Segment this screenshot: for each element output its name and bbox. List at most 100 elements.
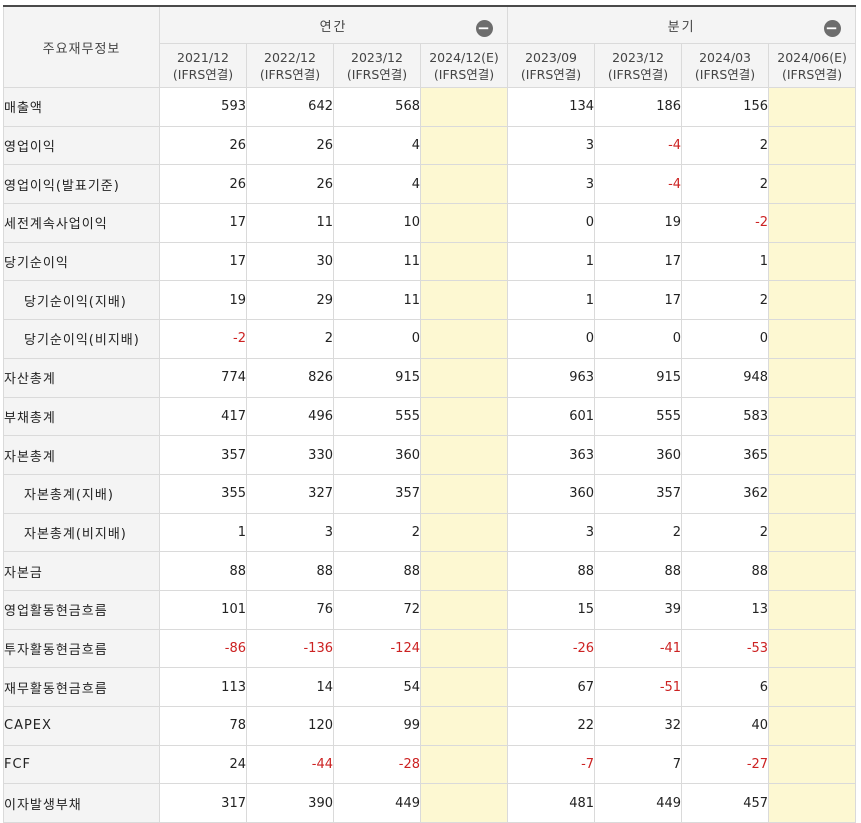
annual-value-cell: 496 xyxy=(246,396,334,437)
quarter-estimate-cell xyxy=(768,512,857,553)
table-body: 매출액 593 642 568 134 186 156 영업이익 26 26 4 3 -4 2 영업이익(발… xyxy=(3,87,857,823)
period-basis: (IFRS연결) xyxy=(520,66,582,82)
period-date: 2023/12 xyxy=(351,49,403,65)
annual-value-cell: 88 xyxy=(246,551,334,591)
table-row: FCF 24 -44 -28 -7 7 -27 xyxy=(3,744,857,785)
quarter-value-cell: -26 xyxy=(507,628,596,669)
quarter-value-cell: 0 xyxy=(507,203,596,243)
quarter-value-cell: 3 xyxy=(507,164,596,205)
table-row: 당기순이익(지배) 19 29 11 1 17 2 xyxy=(3,280,857,321)
annual-value-cell: -28 xyxy=(333,744,421,785)
quarter-value-cell: 22 xyxy=(507,706,596,746)
annual-estimate-cell xyxy=(419,473,509,514)
annual-estimate-cell xyxy=(419,280,509,321)
annual-value-cell: 355 xyxy=(159,473,247,514)
quarter-value-cell: 2 xyxy=(594,512,683,553)
quarter-value-cell: 32 xyxy=(594,706,683,746)
annual-value-cell: 14 xyxy=(246,667,334,707)
quarter-estimate-cell xyxy=(768,87,857,127)
annual-value-cell: -136 xyxy=(246,628,334,669)
quarter-value-cell: 156 xyxy=(681,87,770,127)
annual-estimate-cell xyxy=(419,628,509,669)
annual-value-cell: 54 xyxy=(333,667,421,707)
annual-value-cell: -44 xyxy=(246,744,334,785)
quarter-period-header: 2024/03 (IFRS연결) xyxy=(681,43,770,88)
annual-estimate-cell xyxy=(419,667,509,707)
annual-estimate-cell xyxy=(419,396,509,437)
row-label: 재무활동현금흐름 xyxy=(3,667,160,707)
collapse-quarterly-icon[interactable]: − xyxy=(824,20,842,37)
financial-table: 주요재무정보 연간 − 분기 − 2021/12 (IFRS연결) 2022/12(… xyxy=(3,5,857,823)
table-row: 이자발생부채 317 390 449 481 449 457 xyxy=(3,783,857,823)
annual-value-cell: 1 xyxy=(159,512,247,553)
annual-value-cell: 19 xyxy=(159,280,247,321)
annual-estimate-cell xyxy=(419,125,509,166)
quarter-estimate-cell xyxy=(768,783,857,823)
row-label: 당기순이익(지배) xyxy=(3,280,160,321)
quarter-value-cell: 67 xyxy=(507,667,596,707)
quarter-value-cell: 88 xyxy=(594,551,683,591)
annual-value-cell: 330 xyxy=(246,435,334,475)
row-label: 투자활동현금흐름 xyxy=(3,628,160,669)
annual-estimate-cell xyxy=(419,589,509,630)
annual-value-cell: 11 xyxy=(246,203,334,243)
row-label: 부채총계 xyxy=(3,396,160,437)
quarter-value-cell: 2 xyxy=(681,164,770,205)
annual-value-cell: 26 xyxy=(246,164,334,205)
quarter-period-header: 2024/06(E) (IFRS연결) xyxy=(768,43,857,88)
annual-value-cell: 88 xyxy=(159,551,247,591)
annual-value-cell: 120 xyxy=(246,706,334,746)
quarter-estimate-cell xyxy=(768,357,857,398)
row-label: 영업이익(발표기준) xyxy=(3,164,160,205)
period-date: 2021/12 xyxy=(177,49,229,65)
annual-value-cell: 88 xyxy=(333,551,421,591)
annual-value-cell: 915 xyxy=(333,357,421,398)
header-group-row: 주요재무정보 연간 − 분기 − xyxy=(3,5,857,88)
annual-estimate-cell xyxy=(419,435,509,475)
quarter-value-cell: -2 xyxy=(681,203,770,243)
annual-value-cell: 24 xyxy=(159,744,247,785)
annual-estimate-cell xyxy=(419,241,509,282)
quarter-value-cell: -4 xyxy=(594,164,683,205)
quarter-estimate-cell xyxy=(768,241,857,282)
table-row: 세전계속사업이익 17 11 10 0 19 -2 xyxy=(3,203,857,243)
row-label: 자본총계 xyxy=(3,435,160,475)
annual-value-cell: 593 xyxy=(159,87,247,127)
table-row: 자본총계(지배) 355 327 357 360 357 362 xyxy=(3,473,857,514)
annual-value-cell: 357 xyxy=(159,435,247,475)
period-date: 2023/09 xyxy=(525,49,578,65)
row-label: 세전계속사업이익 xyxy=(3,203,160,243)
quarter-value-cell: 2 xyxy=(681,512,770,553)
row-label: CAPEX xyxy=(3,706,160,746)
row-label: FCF xyxy=(3,744,160,785)
quarter-value-cell: 1 xyxy=(507,280,596,321)
quarter-value-cell: 2 xyxy=(681,125,770,166)
annual-value-cell: 2 xyxy=(333,512,421,553)
annual-estimate-cell xyxy=(419,706,509,746)
collapse-annual-icon[interactable]: − xyxy=(476,20,494,37)
quarter-value-cell: 963 xyxy=(507,357,596,398)
annual-value-cell: 76 xyxy=(246,589,334,630)
quarter-value-cell: 555 xyxy=(594,396,683,437)
quarter-value-cell: 948 xyxy=(681,357,770,398)
quarter-value-cell: 134 xyxy=(507,87,596,127)
annual-estimate-cell xyxy=(419,551,509,591)
annual-value-cell: 642 xyxy=(246,87,334,127)
annual-value-cell: 26 xyxy=(159,125,247,166)
table-row: 자본금 88 88 88 88 88 88 xyxy=(3,551,857,591)
quarter-value-cell: -53 xyxy=(681,628,770,669)
quarter-value-cell: 2 xyxy=(681,280,770,321)
annual-value-cell: 78 xyxy=(159,706,247,746)
quarter-value-cell: 0 xyxy=(681,319,770,359)
row-label: 매출액 xyxy=(3,87,160,127)
annual-value-cell: 29 xyxy=(246,280,334,321)
annual-value-cell: 3 xyxy=(246,512,334,553)
period-basis: (IFRS연결) xyxy=(346,66,408,82)
table-row: 재무활동현금흐름 113 14 54 67 -51 6 xyxy=(3,667,857,707)
annual-value-cell: -2 xyxy=(159,319,247,359)
quarter-value-cell: 17 xyxy=(594,280,683,321)
period-date: 2024/03 xyxy=(699,49,752,65)
table-row: 당기순이익(비지배) -2 2 0 0 0 0 xyxy=(3,319,857,359)
annual-value-cell: 360 xyxy=(333,435,421,475)
annual-value-cell: 568 xyxy=(333,87,421,127)
